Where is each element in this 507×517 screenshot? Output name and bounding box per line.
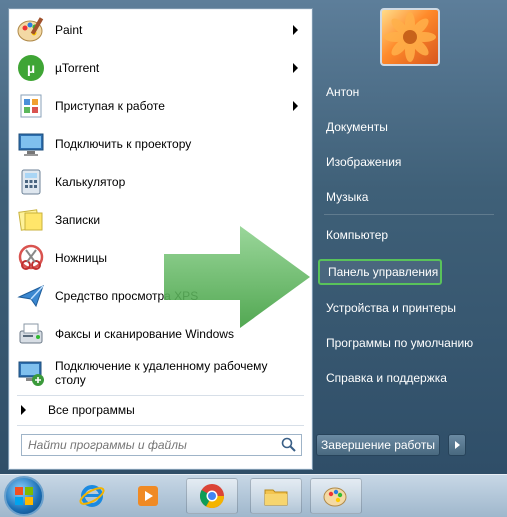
arrow-right-icon (454, 441, 460, 449)
flower-icon (384, 12, 436, 62)
xps-viewer-icon (15, 280, 47, 312)
program-label: Записки (55, 213, 101, 227)
right-item-control-panel[interactable]: Панель управления (318, 259, 442, 285)
separator (17, 395, 304, 396)
program-label: Ножницы (55, 251, 108, 265)
all-programs-label: Все программы (48, 403, 135, 417)
submenu-arrow-icon[interactable] (293, 25, 298, 35)
utorrent-icon: µ (15, 52, 47, 84)
search-box[interactable] (21, 434, 302, 456)
snipping-tool-icon (15, 242, 47, 274)
program-label: Калькулятор (55, 175, 126, 189)
start-menu: Paint µ µTorrent Приступая к работе Подк… (0, 0, 507, 474)
all-programs-button[interactable]: Все программы (9, 397, 312, 423)
remote-desktop-icon (15, 357, 47, 389)
program-item-projector[interactable]: Подключить к проектору (9, 126, 312, 162)
program-item-remote-desktop[interactable]: Подключение к удаленному рабочему столу (9, 354, 312, 392)
shutdown-options-button[interactable] (448, 434, 466, 456)
paint-palette-icon[interactable] (310, 478, 362, 514)
right-item-user[interactable]: Антон (318, 79, 498, 105)
file-explorer-icon[interactable] (250, 478, 302, 514)
sticky-notes-icon (15, 204, 47, 236)
submenu-arrow-icon[interactable] (293, 63, 298, 73)
taskbar (0, 474, 507, 517)
right-item-music[interactable]: Музыка (318, 184, 498, 210)
right-item-documents[interactable]: Документы (318, 114, 498, 140)
program-label-line2: столу (55, 373, 86, 387)
search-icon[interactable] (280, 436, 298, 454)
program-label: Подключение к удаленному рабочему столу (55, 359, 268, 387)
media-player-icon[interactable] (122, 478, 174, 514)
fax-scan-icon (15, 318, 47, 350)
program-label: Приступая к работе (55, 99, 165, 113)
right-item-computer[interactable]: Компьютер (318, 222, 498, 248)
program-label: µTorrent (55, 61, 100, 75)
program-label-line1: Подключение к удаленному рабочему (55, 359, 268, 373)
internet-explorer-icon[interactable] (66, 478, 118, 514)
getting-started-icon (15, 90, 47, 122)
search-input[interactable] (22, 435, 280, 455)
program-item-utorrent[interactable]: µ µTorrent (9, 50, 312, 86)
program-label: Paint (55, 23, 83, 37)
right-item-pictures[interactable]: Изображения (318, 149, 498, 175)
program-item-calculator[interactable]: Калькулятор (9, 164, 312, 200)
separator (324, 214, 494, 215)
submenu-arrow-icon[interactable] (293, 101, 298, 111)
paint-palette-icon (15, 14, 47, 46)
start-orb-icon[interactable] (4, 476, 44, 516)
user-picture[interactable] (380, 8, 440, 66)
chrome-icon[interactable] (186, 478, 238, 514)
calculator-icon (15, 166, 47, 198)
shutdown-button[interactable]: Завершение работы (316, 434, 440, 456)
arrow-right-icon (21, 405, 26, 415)
separator (17, 425, 304, 426)
right-item-help-support[interactable]: Справка и поддержка (318, 365, 498, 391)
projector-icon (15, 128, 47, 160)
svg-text:µ: µ (27, 60, 35, 76)
program-item-paint[interactable]: Paint (9, 12, 312, 48)
right-item-default-programs[interactable]: Программы по умолчанию (318, 330, 498, 356)
program-label: Подключить к проектору (55, 137, 192, 151)
program-item-getting-started[interactable]: Приступая к работе (9, 88, 312, 124)
pointer-arrow-icon (164, 226, 310, 328)
right-item-devices-printers[interactable]: Устройства и принтеры (318, 295, 498, 321)
